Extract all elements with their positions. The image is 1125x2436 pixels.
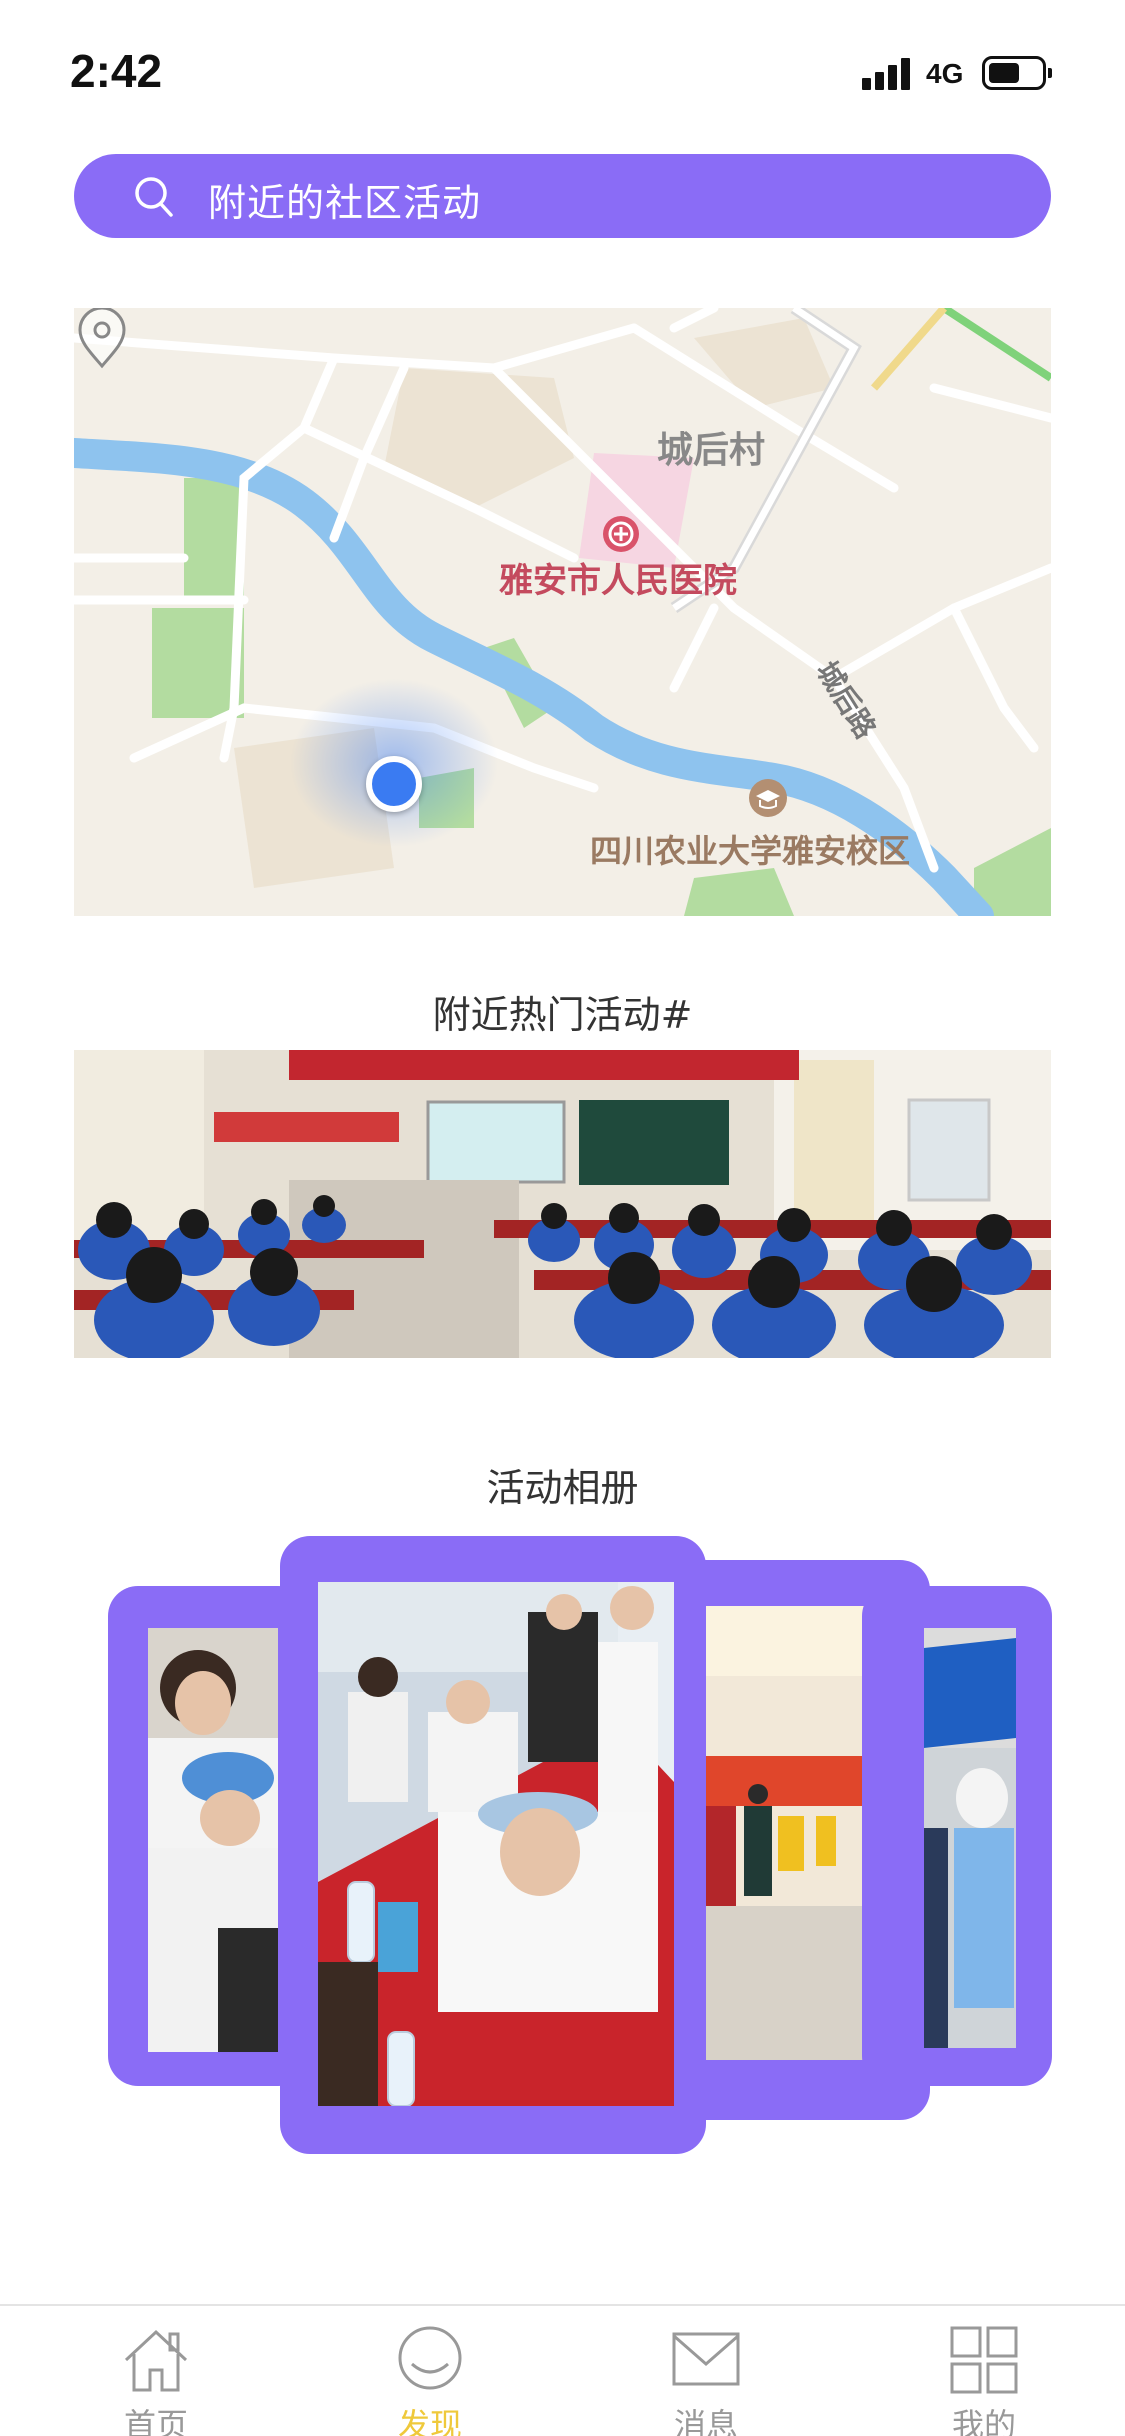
hot-activities-title: 附近热门活动# <box>432 993 693 1037</box>
search-placeholder[interactable]: 附近的社区活动 <box>208 172 481 227</box>
album-card-featured[interactable] <box>280 1536 706 2154</box>
current-location-marker <box>366 756 422 812</box>
album-photo <box>924 1628 1016 2048</box>
mail-icon <box>672 2332 740 2386</box>
tab-label: 首页 <box>123 2406 188 2436</box>
map-label-village: 城后村 <box>657 430 766 471</box>
tab-label: 我的 <box>951 2406 1016 2436</box>
tab-discover[interactable]: 发现 <box>360 2324 500 2436</box>
tab-label: 消息 <box>673 2406 738 2436</box>
tab-label: 发现 <box>397 2406 462 2436</box>
home-icon <box>124 2329 188 2392</box>
network-label: 4G <box>926 58 964 89</box>
locate-pin-icon[interactable] <box>74 308 130 370</box>
hot-activity-photo[interactable] <box>74 1050 1051 1358</box>
nearby-map[interactable]: 城后村 雅安市人民医院 城后路 四川农业大学雅安校区 <box>74 308 1051 916</box>
tab-messages[interactable]: 消息 <box>636 2324 776 2436</box>
status-bar: 2:42 4G <box>0 0 1125 150</box>
album-photo <box>706 1606 866 2060</box>
search-icon <box>135 177 173 217</box>
album-photo <box>318 1582 674 2106</box>
grid-icon <box>950 2326 1018 2394</box>
map-label-university[interactable]: 四川农业大学雅安校区 <box>590 826 910 872</box>
album-card[interactable] <box>862 1586 1052 2086</box>
signal-icon <box>862 58 912 90</box>
album-photo <box>148 1628 278 2052</box>
tab-mine[interactable]: 我的 <box>914 2324 1054 2436</box>
bottom-tab-bar: 首页 发现 消息 我的 <box>0 2304 1125 2436</box>
tab-home[interactable]: 首页 <box>86 2324 226 2436</box>
search-bar[interactable]: 附近的社区活动 <box>74 154 1051 238</box>
battery-icon <box>982 56 1052 90</box>
discover-icon <box>398 2326 462 2390</box>
map-canvas <box>74 308 1051 916</box>
album-title: 活动相册 <box>486 1466 639 1510</box>
map-label-hospital[interactable]: 雅安市人民医院 <box>499 553 737 602</box>
album-card[interactable] <box>108 1586 308 2086</box>
status-time: 2:42 <box>70 45 163 97</box>
